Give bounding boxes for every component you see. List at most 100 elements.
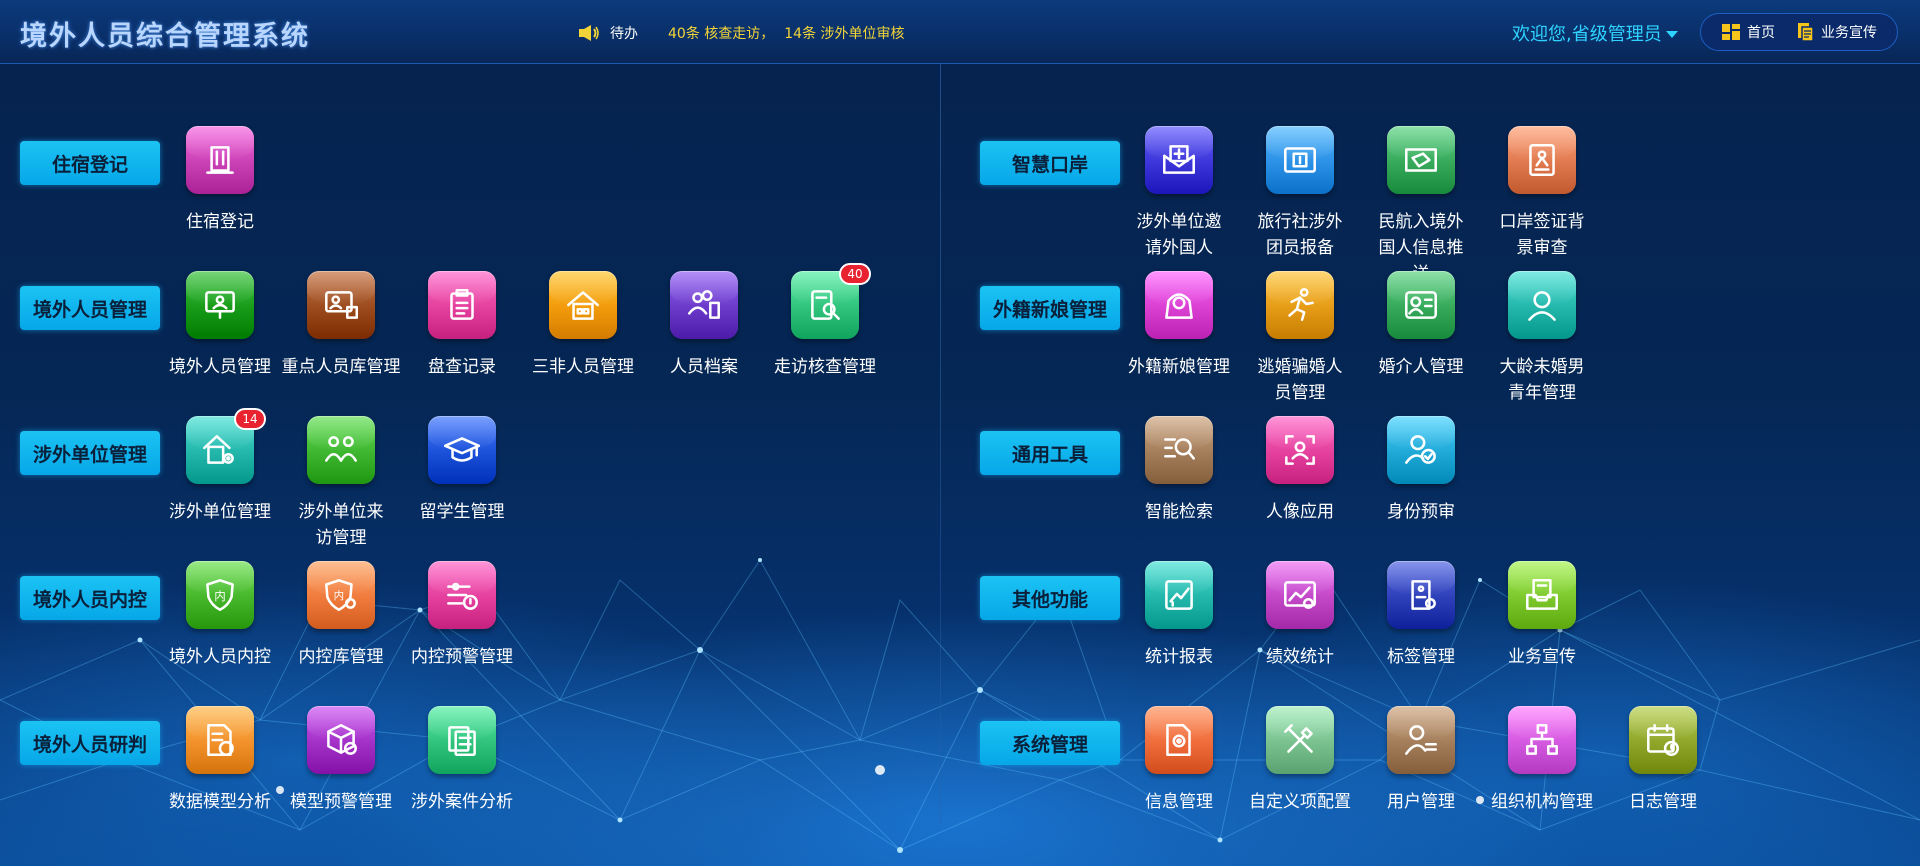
module-tile[interactable]: 信息管理 [1119,706,1239,815]
report-chart-icon [1145,561,1213,629]
module-tile[interactable]: 用户管理 [1361,706,1481,815]
module-tile[interactable]: 盘查记录 [402,271,522,380]
module-label: 数据模型分析 [169,792,271,812]
module-tile[interactable]: 40 走访核查管理 [765,263,885,380]
graduation-cap-icon [428,416,496,484]
module-label: 重点人员库管理 [281,357,401,377]
module-tile[interactable]: 14 涉外单位管理 [160,408,280,525]
todo-notice[interactable]: 待办 40条 核查走访， 14条 涉外单位审核 [578,22,915,44]
count-badge: 14 [234,408,266,430]
module-label: 智能检索 [1145,502,1213,522]
chevron-down-icon [1665,30,1678,38]
module-tile[interactable]: 统计报表 [1119,561,1239,670]
todo-visit-count[interactable]: 40条 核查走访， [668,23,774,43]
category-label: 智慧口岸 [980,141,1120,185]
module-tile[interactable]: 重点人员库管理 [281,271,401,380]
boarding-pass-icon [1387,126,1455,194]
welcome-text: 欢迎您,省级管理员 [1512,24,1662,45]
module-tile[interactable]: 留学生管理 [402,416,522,525]
people-archive-icon [670,271,738,339]
bride-icon [1145,271,1213,339]
module-tile[interactable]: 身份预审 [1361,416,1481,525]
category-label: 境外人员研判 [20,721,160,765]
module-label: 涉外案件分析 [411,792,513,812]
org-chart-icon [1508,706,1576,774]
module-tile[interactable]: 涉外单位邀请外国人 [1119,126,1239,261]
svg-text:内: 内 [334,589,345,602]
module-label: 境外人员管理 [169,357,271,377]
user-list-icon [1387,706,1455,774]
category-label: 通用工具 [980,431,1120,475]
module-label: 用户管理 [1387,792,1455,812]
module-tile[interactable]: 内控预警管理 [402,561,522,670]
person-icon [1508,271,1576,339]
todo-label: 待办 [610,26,638,42]
module-label: 自定义项配置 [1249,792,1351,812]
module-label: 口岸签证背景审查 [1499,212,1585,258]
module-tile[interactable]: 涉外案件分析 [402,706,522,815]
module-label: 留学生管理 [419,502,505,522]
module-label: 盘查记录 [428,357,496,377]
module-tile[interactable]: 逃婚骗婚人员管理 [1240,271,1360,406]
visitors-icon [307,416,375,484]
module-tile[interactable]: 民航入境外国人信息推送 [1361,126,1481,287]
shield-gear-icon: 内 [307,561,375,629]
running-icon [1266,271,1334,339]
files-icon [428,706,496,774]
inbox-icon [1508,561,1576,629]
module-tile[interactable]: 人员档案 [644,271,764,380]
module-label: 组织机构管理 [1491,792,1593,812]
module-tile[interactable]: 外籍新娘管理 [1119,271,1239,380]
nav-home[interactable]: 首页 [1721,22,1775,42]
module-tile[interactable]: 三非人员管理 [523,271,643,380]
module-tile[interactable]: 人像应用 [1240,416,1360,525]
panel-divider [940,64,941,824]
user-menu[interactable]: 欢迎您,省级管理员 [1512,20,1678,46]
module-label: 三非人员管理 [532,357,634,377]
module-label: 内控预警管理 [411,647,513,667]
module-label: 大龄未婚男青年管理 [1499,357,1585,403]
module-tile[interactable]: 标签管理 [1361,561,1481,670]
module-tile[interactable]: 内内控库管理 [281,561,401,670]
module-tile[interactable]: 数据模型分析 [160,706,280,815]
user-check-icon [1387,416,1455,484]
category-label: 涉外单位管理 [20,431,160,475]
document-icon [1798,23,1814,42]
category-label: 境外人员内控 [20,576,160,620]
module-tile[interactable]: 智能检索 [1119,416,1239,525]
module-tile[interactable]: 住宿登记 [160,126,280,235]
nav-home-label: 首页 [1747,25,1775,41]
module-tile[interactable]: 内境外人员内控 [160,561,280,670]
module-label: 涉外单位邀请外国人 [1136,212,1222,258]
module-label: 人像应用 [1266,502,1334,522]
module-label: 标签管理 [1387,647,1455,667]
count-badge: 40 [839,263,871,285]
chart-document-icon [186,706,254,774]
mail-plus-icon [1145,126,1213,194]
module-tile[interactable]: 组织机构管理 [1482,706,1602,815]
app-title: 境外人员综合管理系统 [20,21,310,52]
face-scan-icon [1266,416,1334,484]
module-tile[interactable]: 自定义项配置 [1240,706,1360,815]
category-label: 境外人员管理 [20,286,160,330]
module-tile[interactable]: 业务宣传 [1482,561,1602,670]
module-tile[interactable]: 涉外单位来访管理 [281,416,401,551]
module-tile[interactable]: 日志管理 [1603,706,1723,815]
svg-text:内: 内 [214,589,226,603]
top-nav: 首页 业务宣传 [1700,13,1898,51]
module-tile[interactable]: 模型预警管理 [281,706,401,815]
module-tile[interactable]: 绩效统计 [1240,561,1360,670]
module-tile[interactable]: 口岸签证背景审查 [1482,126,1602,261]
module-tile[interactable]: 境外人员管理 [160,271,280,380]
module-tile[interactable]: 旅行社涉外团员报备 [1240,126,1360,261]
home-icon [1722,24,1740,40]
nav-promotion[interactable]: 业务宣传 [1795,22,1877,42]
module-label: 走访核查管理 [774,357,876,377]
module-tile[interactable]: 大龄未婚男青年管理 [1482,271,1602,406]
module-label: 日志管理 [1629,792,1697,812]
module-label: 模型预警管理 [290,792,392,812]
todo-unit-review-count[interactable]: 14条 涉外单位审核 [784,23,904,43]
module-tile[interactable]: 婚介人管理 [1361,271,1481,380]
speaker-icon [579,25,599,41]
top-header: 境外人员综合管理系统 待办 40条 核查走访， 14条 涉外单位审核 欢迎您,省… [0,0,1920,64]
